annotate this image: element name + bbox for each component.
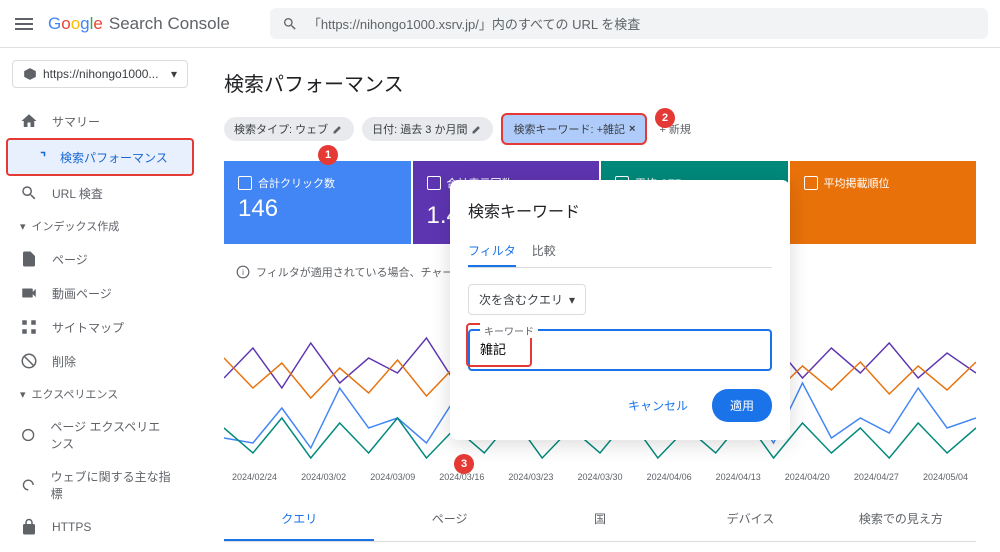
search-icon [20, 184, 38, 202]
annotation-badge: 1 [318, 145, 338, 165]
sitemap-icon [20, 318, 38, 336]
domain-icon [23, 67, 37, 81]
metric-position[interactable]: 平均掲載順位 [790, 161, 977, 244]
nav-page-exp[interactable]: ページ エクスペリエンス [0, 410, 192, 460]
query-input[interactable] [480, 341, 760, 356]
tab-device[interactable]: デバイス [675, 498, 825, 541]
lock-icon [20, 518, 38, 536]
filter-chips: 検索タイプ: ウェブ 日付: 過去 3 か月間 検索キーワード: +雑記 × +… [224, 113, 976, 145]
url-inspect-search[interactable]: 「https://nihongo1000.xsrv.jp/」内のすべての URL… [270, 8, 988, 39]
modal-tab-compare[interactable]: 比較 [532, 236, 556, 267]
checkbox-icon [238, 176, 252, 190]
video-icon [20, 284, 38, 302]
chevron-down-icon: ▾ [171, 67, 177, 81]
data-tabs: クエリ ページ 国 デバイス 検索での見え方 [224, 498, 976, 542]
nav-https[interactable]: HTTPS [0, 510, 192, 544]
nav-sitemaps[interactable]: サイトマップ [0, 310, 192, 344]
page-title: 検索パフォーマンス [224, 68, 976, 97]
nav-pages[interactable]: ページ [0, 242, 192, 276]
svg-text:i: i [242, 268, 244, 277]
metric-clicks[interactable]: 合計クリック数146 [224, 161, 411, 244]
page-icon [20, 250, 38, 268]
query-text-field[interactable]: キーワード [468, 329, 772, 371]
modal-tabs: フィルタ 比較 [468, 236, 772, 268]
search-icon [282, 16, 298, 32]
menu-icon[interactable] [12, 12, 36, 36]
block-icon [20, 352, 38, 370]
star-icon [20, 426, 36, 444]
tab-country[interactable]: 国 [525, 498, 675, 541]
nav-video[interactable]: 動画ページ [0, 276, 192, 310]
checkbox-icon [427, 176, 441, 190]
filter-type-dropdown[interactable]: 次を含むクエリ▾ [468, 284, 586, 315]
sidebar: https://nihongo1000... ▾ サマリー 検索パフォーマンス … [0, 48, 200, 552]
chip-search-type[interactable]: 検索タイプ: ウェブ [224, 117, 354, 141]
home-icon [20, 112, 38, 130]
logo: Google Search Console [48, 14, 230, 34]
apply-button[interactable]: 適用 [712, 389, 772, 422]
chip-date[interactable]: 日付: 過去 3 か月間 [362, 117, 493, 141]
query-filter-modal: 検索キーワード フィルタ 比較 次を含むクエリ▾ キーワード キャンセル 適用 [450, 180, 790, 440]
cancel-button[interactable]: キャンセル [614, 389, 702, 422]
chevron-down-icon: ▾ [569, 293, 575, 307]
close-icon[interactable]: × [629, 123, 635, 135]
nav-performance[interactable]: 検索パフォーマンス [6, 138, 194, 176]
modal-title: 検索キーワード [468, 198, 772, 222]
section-indexing[interactable]: ▾ インデックス作成 [0, 210, 200, 242]
section-enhancements[interactable]: ▾ 拡張 [0, 544, 200, 552]
tab-page[interactable]: ページ [374, 498, 524, 541]
trend-icon [28, 148, 46, 166]
pencil-icon [332, 123, 344, 135]
nav-url-inspect[interactable]: URL 検査 [0, 176, 192, 210]
tab-appearance[interactable]: 検索での見え方 [826, 498, 976, 541]
chart-x-labels: 2024/02/242024/03/022024/03/092024/03/16… [224, 468, 976, 486]
nav-summary[interactable]: サマリー [0, 104, 192, 138]
pencil-icon [471, 123, 483, 135]
nav-web-vitals[interactable]: ウェブに関する主な指標 [0, 460, 192, 510]
nav-removals[interactable]: 削除 [0, 344, 192, 378]
speed-icon [20, 476, 37, 494]
tab-query[interactable]: クエリ [224, 498, 374, 541]
section-experience[interactable]: ▾ エクスペリエンス [0, 378, 200, 410]
checkbox-icon [804, 176, 818, 190]
annotation-badge: 3 [454, 454, 474, 474]
info-icon: i [236, 265, 250, 279]
property-selector[interactable]: https://nihongo1000... ▾ [12, 60, 188, 88]
modal-tab-filter[interactable]: フィルタ [468, 236, 516, 267]
annotation-badge: 2 [655, 108, 675, 128]
chip-query[interactable]: 検索キーワード: +雑記 × [501, 113, 647, 145]
